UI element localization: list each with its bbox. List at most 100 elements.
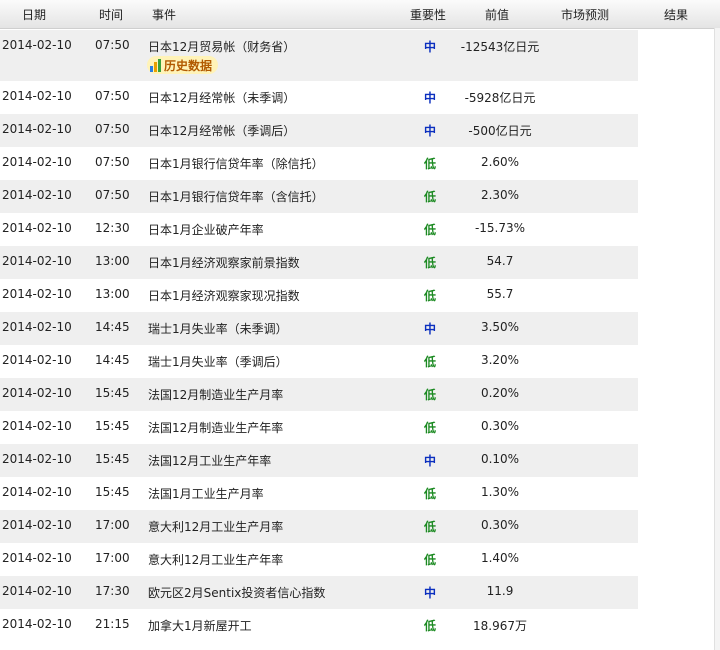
row-previous-value: -5928亿日元 <box>464 91 536 105</box>
row-date: 2014-02-10 <box>2 155 72 169</box>
row-date: 2014-02-10 <box>2 188 72 202</box>
row-previous-value: 11.9 <box>486 584 514 598</box>
importance-badge: 低 <box>424 157 437 171</box>
table-header: 日期 时间 事件 重要性 前值 市场预测 结果 <box>0 0 720 29</box>
importance-badge: 低 <box>424 520 437 534</box>
row-time: 07:50 <box>95 38 130 52</box>
row-event: 法国12月制造业生产年率 <box>148 421 284 435</box>
row-time: 14:45 <box>95 320 130 334</box>
row-previous-value: 3.20% <box>480 353 520 367</box>
row-event: 加拿大1月新屋开工 <box>148 619 252 633</box>
importance-badge: 低 <box>424 289 437 303</box>
row-time: 07:50 <box>95 188 130 202</box>
row-event: 意大利12月工业生产月率 <box>148 520 284 534</box>
row-previous-value: 0.30% <box>480 518 520 532</box>
row-previous-value: 55.7 <box>486 287 514 301</box>
row-previous-value: 0.20% <box>480 386 520 400</box>
row-event: 意大利12月工业生产年率 <box>148 553 284 567</box>
row-time: 21:15 <box>95 617 130 631</box>
row-time: 07:50 <box>95 155 130 169</box>
importance-badge: 低 <box>424 223 437 237</box>
row-date: 2014-02-10 <box>2 353 72 367</box>
row-previous-value: 2.60% <box>480 155 520 169</box>
history-data-label: 历史数据 <box>164 58 213 73</box>
row-date: 2014-02-10 <box>2 287 72 301</box>
importance-badge: 中 <box>424 91 437 105</box>
table-row: 2014-02-10 17:00 意大利12月工业生产月率 低 0.30% <box>0 510 720 543</box>
row-date: 2014-02-10 <box>2 38 72 52</box>
row-previous-value: -500亿日元 <box>468 124 532 138</box>
importance-badge: 中 <box>424 454 437 468</box>
header-previous: 前值 <box>485 8 510 22</box>
table-row: 2014-02-10 14:45 瑞士1月失业率（季调后） 低 3.20% <box>0 345 720 378</box>
row-event: 日本12月经常帐（未季调） <box>148 91 296 105</box>
row-previous-value: 1.40% <box>480 551 520 565</box>
table-row: 2014-02-10 17:00 意大利12月工业生产年率 低 1.40% <box>0 543 720 576</box>
table-row: 2014-02-10 17:30 欧元区2月Sentix投资者信心指数 中 11.9 <box>0 576 720 609</box>
table-row: 2014-02-10 21:15 加拿大1月新屋开工 低 18.967万 <box>0 609 720 642</box>
row-time: 15:45 <box>95 452 130 466</box>
row-previous-value: 1.30% <box>480 485 520 499</box>
row-time: 15:45 <box>95 485 130 499</box>
row-event: 日本12月经常帐（季调后） <box>148 124 296 138</box>
table-row: 2014-02-10 15:45 法国1月工业生产月率 低 1.30% <box>0 477 720 510</box>
row-date: 2014-02-10 <box>2 386 72 400</box>
row-time: 12:30 <box>95 221 130 235</box>
row-time: 17:00 <box>95 551 130 565</box>
row-previous-value: -12543亿日元 <box>460 40 540 54</box>
importance-badge: 低 <box>424 388 437 402</box>
table-row: 2014-02-10 15:45 法国12月制造业生产年率 低 0.30% <box>0 411 720 444</box>
row-time: 07:50 <box>95 122 130 136</box>
row-date: 2014-02-10 <box>2 617 72 631</box>
row-event: 欧元区2月Sentix投资者信心指数 <box>148 586 326 600</box>
row-previous-value: 3.50% <box>480 320 520 334</box>
importance-badge: 中 <box>424 40 437 54</box>
row-time: 17:30 <box>95 584 130 598</box>
row-time: 17:00 <box>95 518 130 532</box>
header-forecast: 市场预测 <box>561 8 610 22</box>
row-previous-value: 54.7 <box>486 254 514 268</box>
table-row: 2014-02-10 07:50 日本12月经常帐（未季调） 中 -5928亿日元 <box>0 81 720 114</box>
header-result: 结果 <box>664 8 689 22</box>
row-previous-value: 0.30% <box>480 419 520 433</box>
row-date: 2014-02-10 <box>2 122 72 136</box>
row-date: 2014-02-10 <box>2 89 72 103</box>
row-time: 15:45 <box>95 386 130 400</box>
row-time: 07:50 <box>95 89 130 103</box>
importance-badge: 低 <box>424 256 437 270</box>
table-row: 2014-02-10 13:00 日本1月经济观察家前景指数 低 54.7 <box>0 246 720 279</box>
row-event: 法国12月工业生产年率 <box>148 454 272 468</box>
row-event: 日本1月经济观察家现况指数 <box>148 289 300 303</box>
importance-badge: 低 <box>424 619 437 633</box>
row-date: 2014-02-10 <box>2 551 72 565</box>
row-previous-value: -15.73% <box>474 221 526 235</box>
table-row: 2014-02-10 15:45 法国12月制造业生产月率 低 0.20% <box>0 378 720 411</box>
importance-badge: 低 <box>424 421 437 435</box>
row-date: 2014-02-10 <box>2 584 72 598</box>
row-date: 2014-02-10 <box>2 254 72 268</box>
table-row: 2014-02-10 07:50 日本12月经常帐（季调后） 中 -500亿日元 <box>0 114 720 147</box>
importance-badge: 低 <box>424 487 437 501</box>
row-event: 瑞士1月失业率（未季调） <box>148 322 288 336</box>
importance-badge: 低 <box>424 190 437 204</box>
row-event: 法国1月工业生产月率 <box>148 487 264 501</box>
importance-badge: 低 <box>424 355 437 369</box>
row-event: 法国12月制造业生产月率 <box>148 388 284 402</box>
scrollbar-track[interactable] <box>714 28 720 650</box>
history-data-button[interactable]: 历史数据 <box>147 56 219 74</box>
header-time: 时间 <box>99 8 124 22</box>
row-time: 13:00 <box>95 254 130 268</box>
row-time: 14:45 <box>95 353 130 367</box>
row-date: 2014-02-10 <box>2 452 72 466</box>
row-event: 日本1月银行信贷年率（含信托） <box>148 190 324 204</box>
header-event: 事件 <box>152 8 177 22</box>
table-row: 2014-02-10 07:50 日本1月银行信贷年率（含信托） 低 2.30% <box>0 180 720 213</box>
calendar-table-body: 2014-02-10 07:50 日本12月贸易帐（财务省） 中 -12543亿日元 历史… <box>0 30 720 642</box>
row-date: 2014-02-10 <box>2 485 72 499</box>
table-row: 2014-02-10 15:45 法国12月工业生产年率 中 0.10% <box>0 444 720 477</box>
row-previous-value: 0.10% <box>480 452 520 466</box>
row-previous-value: 2.30% <box>480 188 520 202</box>
header-importance: 重要性 <box>410 8 447 22</box>
table-row: 2014-02-10 14:45 瑞士1月失业率（未季调） 中 3.50% <box>0 312 720 345</box>
table-row: 2014-02-10 13:00 日本1月经济观察家现况指数 低 55.7 <box>0 279 720 312</box>
